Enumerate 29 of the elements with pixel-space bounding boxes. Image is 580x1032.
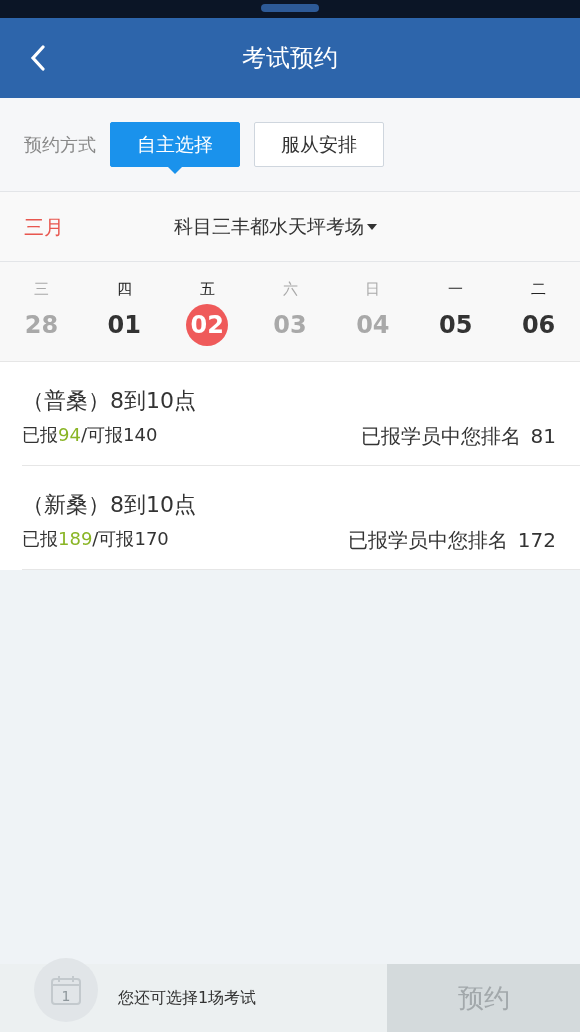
selection-pointer <box>168 167 182 174</box>
session-name: （普桑）8到10点 <box>22 387 197 415</box>
session-name: （新桑）8到10点 <box>22 491 197 519</box>
rank-text: 已报学员中您排名 172 <box>347 527 556 554</box>
date-number: 03 <box>272 310 308 341</box>
weekday-label: 六 <box>282 279 298 300</box>
weekday-label: 三 <box>33 279 49 300</box>
enrollment-count: 已报189/可报170 <box>22 527 169 551</box>
page-title: 考试预约 <box>242 43 338 74</box>
remaining-message: 您还可选择1场考试 <box>118 987 258 1009</box>
weekday-label: 二 <box>531 279 547 300</box>
date-number: 28 <box>23 310 60 341</box>
enrollment-count: 已报94/可报140 <box>22 423 158 447</box>
weekday-label: 四 <box>116 279 132 300</box>
caret-icon <box>367 223 377 230</box>
rank-text: 已报学员中您排名 81 <box>360 423 556 450</box>
date-number[interactable]: 06 <box>517 304 560 346</box>
weekday-label: 日 <box>365 279 381 300</box>
method-option[interactable]: 服从安排 <box>254 122 384 167</box>
weekday-label: 一 <box>448 279 464 300</box>
weekday-label: 五 <box>199 279 215 300</box>
date-number[interactable]: 05 <box>434 304 477 346</box>
home-indicator <box>261 4 319 12</box>
month-label: 三月 <box>24 213 65 241</box>
date-number[interactable]: 01 <box>103 304 146 346</box>
date-number: 04 <box>355 310 391 341</box>
method-label: 预约方式 <box>24 133 96 157</box>
calendar-icon: 1 <box>34 958 98 1022</box>
venue-dropdown[interactable]: 科目三丰都水天坪考场 <box>174 212 377 241</box>
